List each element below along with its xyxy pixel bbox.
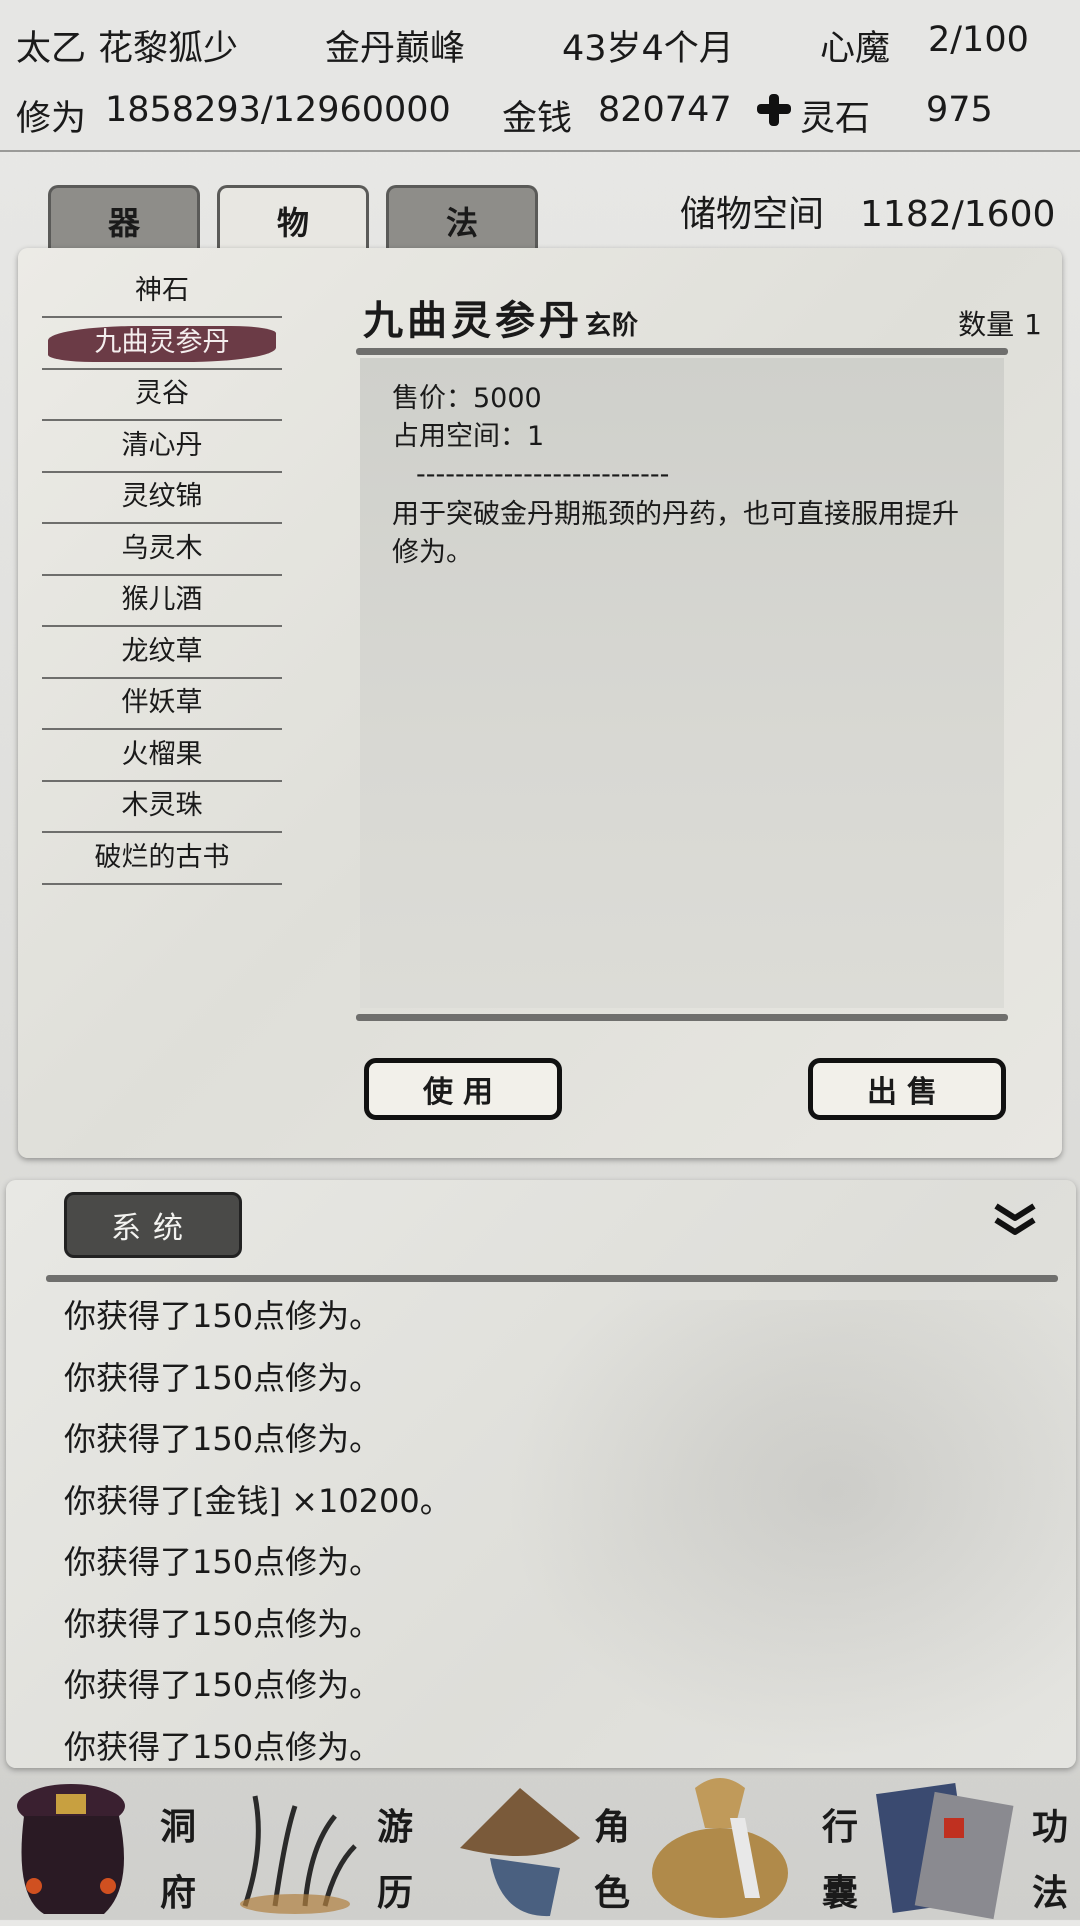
list-item[interactable]: 灵谷 — [42, 371, 282, 421]
list-item[interactable]: 清心丹 — [42, 423, 282, 473]
tab-system-log[interactable]: 系统 — [64, 1192, 242, 1258]
log-entry: 你获得了150点修为。 — [64, 1727, 382, 1766]
item-name: 九曲灵参丹 — [363, 297, 583, 344]
storage-space: 储物空间 1182/1600 — [680, 185, 1080, 237]
item-quantity: 数量 1 — [958, 303, 1042, 343]
log-entry: 你获得了150点修为。 — [64, 1543, 382, 1581]
heart-demon-value: 2/100 — [928, 20, 1029, 60]
cultivation-label: 修为 — [16, 99, 87, 139]
list-item[interactable]: 猴儿酒 — [42, 577, 282, 627]
double-chevron-down-icon[interactable] — [990, 1200, 1040, 1240]
quantity-label: 数量 — [958, 308, 1015, 341]
quantity-value: 1 — [1024, 308, 1042, 341]
header-row-1: 太乙 花黎狐少 金丹巅峰 43岁4个月 心魔 2/100 — [0, 6, 1080, 76]
nav-techniques-label: 功法 — [1031, 1806, 1068, 1914]
nav-character[interactable]: 角色 — [430, 1768, 645, 1920]
list-item[interactable]: 破烂的古书 — [42, 835, 282, 885]
item-separator: -------------------------- — [416, 459, 670, 490]
player-name: 花黎狐少 — [98, 29, 239, 69]
nav-cave[interactable]: 洞府 — [0, 1768, 215, 1920]
storage-value: 1182/1600 — [860, 194, 1056, 235]
use-button[interactable]: 使用 — [364, 1058, 562, 1120]
nav-bag[interactable]: 行囊 — [645, 1768, 860, 1920]
item-detail-box: 售价：5000 占用空间：1 -------------------------… — [360, 358, 1004, 1008]
log-entry: 你获得了150点修为。 — [64, 1604, 382, 1643]
spirit-stone-value: 975 — [926, 90, 993, 130]
log-entry: 你获得了150点修为。 — [64, 1420, 382, 1458]
status-header: 太乙 花黎狐少 金丹巅峰 43岁4个月 心魔 2/100 修为 1858293/… — [0, 0, 1080, 152]
list-item[interactable]: 火榴果 — [42, 732, 282, 782]
nav-travel[interactable]: 游历 — [215, 1768, 430, 1920]
nav-techniques[interactable]: 功法 — [860, 1768, 1080, 1920]
log-entry: 你获得了150点修为。 — [64, 1666, 382, 1704]
nav-travel-label: 游历 — [376, 1806, 413, 1914]
cultivation-value: 1858293/12960000 — [105, 90, 451, 130]
item-panel: 神石 九曲灵参丹 灵谷 清心丹 灵纹锦 乌灵木 猴儿酒 龙纹草 伴妖草 火榴果 … — [18, 248, 1062, 1158]
header-row-2: 修为 1858293/12960000 金钱 820747 灵石 975 — [0, 76, 1080, 146]
log-list: 你获得了150点修为。 你获得了150点修为。 你获得了150点修为。 你获得了… — [64, 1286, 452, 1768]
nav-cave-label: 洞府 — [159, 1806, 196, 1914]
cloth-bag-icon — [652, 1778, 788, 1918]
divider-bottom — [356, 1014, 1008, 1021]
log-divider — [46, 1275, 1058, 1282]
nav-character-label: 角色 — [593, 1806, 630, 1914]
grass-bonfire-icon — [240, 1795, 357, 1914]
tab-items[interactable]: 物 — [217, 185, 369, 253]
log-entry: 你获得了150点修为。 — [64, 1358, 382, 1397]
list-item[interactable]: 乌灵木 — [42, 526, 282, 576]
item-description: 用于突破金丹期瓶颈的丹药，也可直接服用提升修为。 — [392, 499, 959, 568]
log-panel: 系统 你获得了150点修为。 你获得了150点修为。 你获得了150点修为。 你… — [6, 1180, 1076, 1768]
money-value: 820747 — [598, 90, 732, 130]
ink-mountain-background — [476, 1300, 1076, 1768]
item-space: 占用空间：1 — [392, 421, 545, 452]
list-item[interactable]: 神石 — [42, 268, 282, 318]
sell-button[interactable]: 出售 — [808, 1058, 1006, 1120]
bottom-nav: 洞府 游历 角色 行囊 功法 — [0, 1768, 1080, 1920]
heart-demon-label: 心魔 — [820, 29, 891, 69]
item-title: 九曲灵参丹玄阶 — [363, 288, 639, 346]
cave-lantern-icon — [17, 1784, 125, 1914]
spirit-stone-label: 灵石 — [800, 99, 871, 139]
scroll-books-icon — [876, 1783, 1014, 1920]
list-item[interactable]: 木灵珠 — [42, 783, 282, 833]
money-label: 金钱 — [502, 99, 573, 139]
tab-equipment[interactable]: 器 — [48, 185, 200, 253]
item-detail-text: 售价：5000 占用空间：1 -------------------------… — [392, 380, 982, 572]
list-item[interactable]: 伴妖草 — [42, 680, 282, 730]
divider-top — [356, 348, 1008, 355]
item-price: 售价：5000 — [392, 383, 542, 414]
straw-hat-icon — [460, 1788, 580, 1917]
item-grade: 玄阶 — [585, 311, 640, 341]
list-item[interactable]: 龙纹草 — [42, 629, 282, 679]
tab-techniques[interactable]: 法 — [386, 185, 538, 253]
sect-name: 太乙 — [16, 29, 87, 69]
list-item-selected[interactable]: 九曲灵参丹 — [42, 320, 282, 370]
storage-label: 储物空间 — [680, 194, 825, 235]
spirit-stone-icon — [755, 92, 791, 137]
log-entry: 你获得了150点修为。 — [64, 1297, 382, 1335]
list-item[interactable]: 灵纹锦 — [42, 474, 282, 524]
log-entry: 你获得了[金钱] ×10200。 — [64, 1481, 452, 1520]
cultivation-realm: 金丹巅峰 — [325, 29, 466, 69]
item-list: 神石 九曲灵参丹 灵谷 清心丹 灵纹锦 乌灵木 猴儿酒 龙纹草 伴妖草 火榴果 … — [42, 268, 282, 886]
player-age: 43岁4个月 — [562, 29, 734, 69]
